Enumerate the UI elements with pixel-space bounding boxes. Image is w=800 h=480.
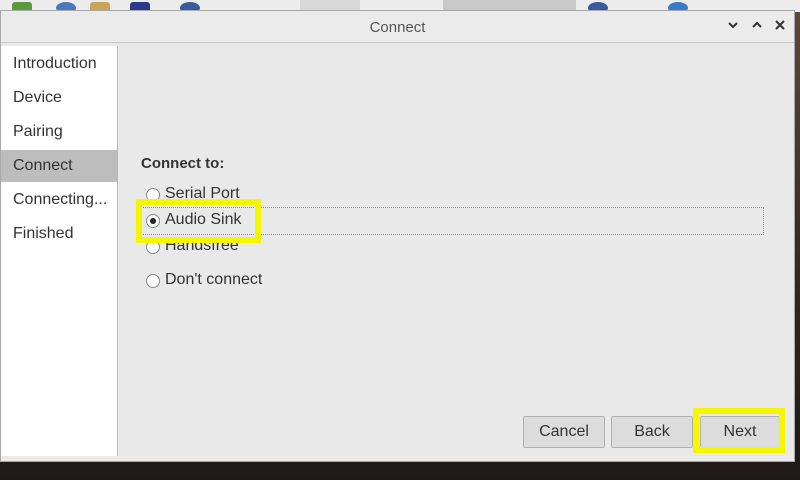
connect-dialog: Connect Introduction Device Pairing Conn…: [0, 10, 795, 462]
sidebar-item-label: Connecting...: [13, 191, 108, 208]
sidebar-item-introduction[interactable]: Introduction: [1, 48, 117, 80]
close-icon[interactable]: [772, 18, 788, 34]
sidebar-item-connect[interactable]: Connect: [1, 150, 117, 182]
connect-to-heading: Connect to:: [141, 155, 225, 172]
chevron-up-icon[interactable]: [749, 18, 765, 34]
radio-button[interactable]: [146, 274, 160, 288]
cancel-button[interactable]: Cancel: [523, 416, 605, 448]
sidebar-item-device[interactable]: Device: [1, 82, 117, 114]
sidebar-item-label: Connect: [13, 157, 73, 174]
sidebar-item-label: Device: [13, 89, 62, 106]
sidebar-item-label: Introduction: [13, 55, 97, 72]
window-title: Connect: [369, 19, 426, 36]
highlight-next-button: [693, 408, 785, 453]
sidebar-item-label: Pairing: [13, 123, 63, 140]
sidebar-item-finished[interactable]: Finished: [1, 218, 117, 250]
radio-label: Don't connect: [165, 271, 263, 288]
chevron-down-icon[interactable]: [725, 18, 741, 34]
titlebar[interactable]: Connect: [1, 11, 794, 43]
sidebar-item-connecting[interactable]: Connecting...: [1, 184, 117, 216]
wizard-steps-sidebar: Introduction Device Pairing Connect Conn…: [1, 46, 118, 456]
sidebar-item-pairing[interactable]: Pairing: [1, 116, 117, 148]
sidebar-item-label: Finished: [13, 225, 74, 242]
back-button[interactable]: Back: [611, 416, 693, 448]
highlight-audio-sink: [136, 199, 261, 243]
